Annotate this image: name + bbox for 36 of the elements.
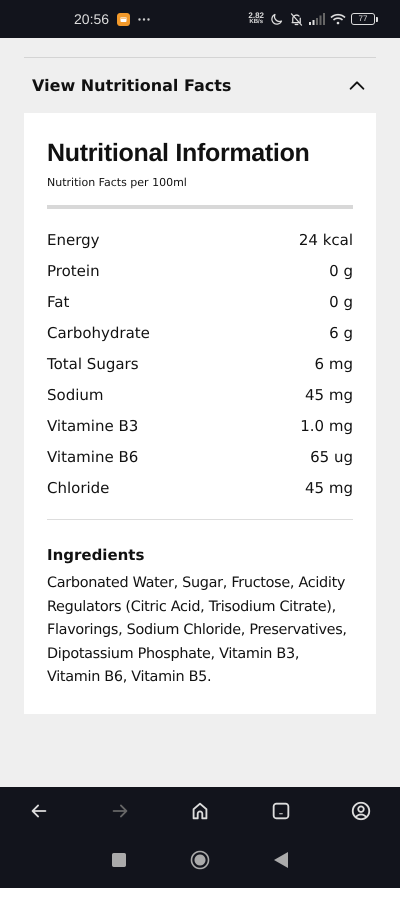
nutrient-value: 6 mg bbox=[314, 354, 353, 372]
nutrient-value: 24 kcal bbox=[298, 230, 353, 248]
wifi-icon bbox=[330, 13, 346, 25]
nutrient-value: 0 g bbox=[329, 262, 353, 280]
ingredients-text: Carbonated Water, Sugar, Fructose, Acidity Regulators (Citric Acid, Trisodium Citrate), Flavorings, Sodium Chloride, Preservatives, Dipotassium Phosphate, Vitamin B3, Vitamin B6, Vitamin B5. bbox=[47, 574, 348, 687]
nutrient-name: Fat bbox=[47, 292, 70, 310]
moon-icon bbox=[269, 12, 284, 26]
card-title: Nutritional Information bbox=[47, 139, 311, 168]
back-triangle-icon[interactable] bbox=[274, 852, 288, 868]
account-icon[interactable] bbox=[350, 800, 372, 822]
nutrient-name: Energy bbox=[47, 230, 100, 248]
home-button-icon[interactable] bbox=[190, 850, 210, 870]
nutrient-name: Chloride bbox=[47, 478, 110, 496]
accordion-header[interactable]: View Nutritional Facts bbox=[24, 58, 376, 113]
more-dots-icon bbox=[138, 18, 150, 20]
nutrient-value: 6 g bbox=[329, 324, 353, 342]
nutrient-name: Carbohydrate bbox=[47, 324, 150, 342]
battery-level: 77 bbox=[358, 15, 368, 23]
nutrient-name: Vitamine B6 bbox=[47, 448, 138, 466]
signal-icon bbox=[309, 13, 325, 25]
nutrient-value: 45 mg bbox=[305, 386, 353, 404]
nutrient-value: 0 g bbox=[329, 292, 353, 310]
nutrient-name: Sodium bbox=[47, 386, 104, 404]
nutrient-value: 1.0 mg bbox=[300, 416, 353, 434]
recents-icon[interactable] bbox=[112, 852, 126, 866]
nutrient-value: 65 ug bbox=[310, 448, 353, 466]
nutrient-value: 45 mg bbox=[305, 478, 353, 496]
nutrient-name: Total Sugars bbox=[47, 354, 139, 372]
nutrient-name: Vitamine B3 bbox=[47, 416, 138, 434]
clock-time: 20:56 bbox=[74, 11, 110, 27]
calendar-app-icon bbox=[117, 12, 130, 26]
muted-bell-icon bbox=[289, 12, 304, 26]
card-subtitle: Nutrition Facts per 100ml bbox=[47, 176, 188, 189]
network-speed: 2.82 bbox=[248, 12, 264, 19]
nutrient-name: Protein bbox=[47, 262, 100, 280]
ingredients-heading: Ingredients bbox=[47, 546, 146, 564]
